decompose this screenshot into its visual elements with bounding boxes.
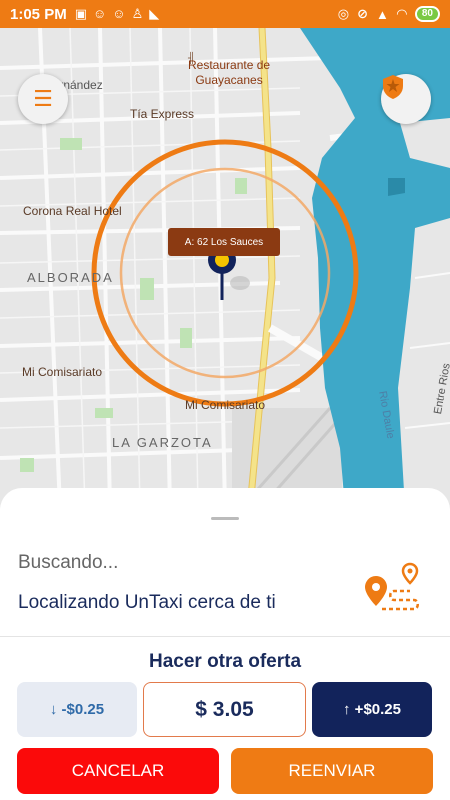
status-system-icons: ◎ ⊘ ▲ ◠ 80 <box>338 6 440 22</box>
image-icon: ▣ <box>74 6 87 21</box>
bottom-sheet: Buscando... Localizando UnTaxi cerca de … <box>0 488 450 800</box>
decrease-offer-button[interactable]: ↓ -$0.25 <box>17 682 137 737</box>
map-view[interactable]: ╢ Restaurante de Guayacanes Hernández Tí… <box>0 28 450 508</box>
battery-icon: 80 <box>414 6 440 22</box>
location-icon: ◎ <box>337 6 350 21</box>
signal-icon: ▲ <box>376 6 389 22</box>
map-label-corona: Corona Real Hotel <box>23 204 122 218</box>
searching-status: Buscando... <box>18 552 119 573</box>
map-label-mi-comisariato-2: Mi Comisariato <box>185 398 266 412</box>
pin-address-tooltip: A: 62 Los Sauces <box>168 228 280 256</box>
map-label-restaurant-text: Restaurante de Guayacanes <box>188 58 271 87</box>
status-bar: 1:05 PM ▣ ☺ ☺ ♙ ◣ ◎ ⊘ ▲ ◠ 80 <box>0 0 450 28</box>
map-label-mi-comisariato-1: Mi Comisariato <box>22 365 103 379</box>
wifi-icon: ◠ <box>396 6 407 21</box>
map-label-alborada: ALBORADA <box>27 270 114 285</box>
map-label-la-garzota: LA GARZOTA <box>112 435 213 450</box>
price-display: $ 3.05 <box>143 682 306 737</box>
increase-offer-button[interactable]: ↑ +$0.25 <box>312 682 432 737</box>
route-icon <box>365 562 419 611</box>
notification-icon: ☺ <box>112 6 126 21</box>
sheet-drag-handle[interactable] <box>211 517 239 520</box>
safety-button[interactable] <box>381 74 431 124</box>
divider <box>0 636 450 637</box>
map-label-tia: Tía Express <box>130 107 195 121</box>
hamburger-icon: ☰ <box>33 86 53 111</box>
locating-message: Localizando UnTaxi cerca de ti <box>18 592 276 613</box>
shield-icon <box>383 75 403 99</box>
notification-icon: ☺ <box>93 6 107 21</box>
status-notification-icons: ▣ ☺ ☺ ♙ ◣ <box>75 6 160 22</box>
notification-icon: ♙ <box>131 6 144 21</box>
menu-button[interactable]: ☰ <box>18 74 68 124</box>
offer-title: Hacer otra oferta <box>148 651 302 672</box>
n-icon: ◣ <box>149 6 160 21</box>
status-time: 1:05 PM <box>10 5 67 23</box>
cancel-button[interactable]: CANCELAR <box>17 748 219 794</box>
alarm-off-icon: ⊘ <box>357 6 368 21</box>
resend-button[interactable]: REENVIAR <box>231 748 433 794</box>
